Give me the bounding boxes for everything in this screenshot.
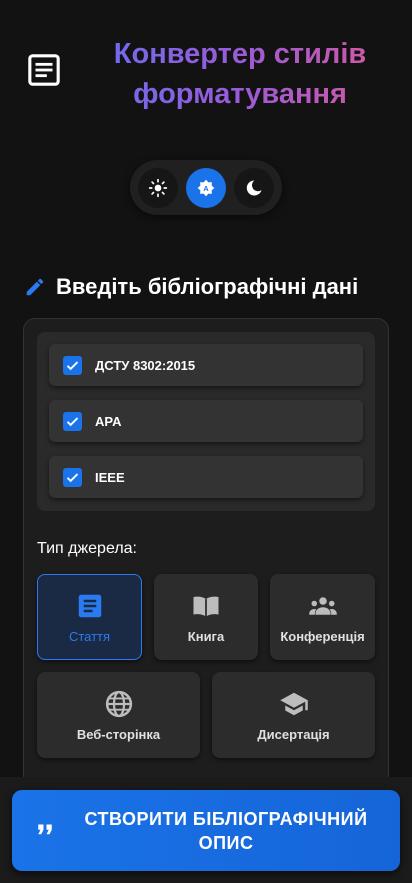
style-checkbox[interactable]: [63, 467, 82, 487]
book-icon: [193, 596, 219, 617]
section-title: Введіть бібліографічні дані: [56, 274, 359, 299]
source-type-book[interactable]: Книга: [154, 574, 258, 660]
globe-icon: [105, 690, 132, 717]
check-icon: [66, 472, 79, 482]
quote-icon: [38, 824, 52, 835]
app-header: Конвертер стилів форматування: [0, 0, 412, 150]
svg-text:A: A: [203, 184, 209, 193]
theme-light-button[interactable]: [138, 168, 178, 208]
source-type-article[interactable]: Стаття: [37, 574, 142, 660]
article-icon: [78, 594, 101, 617]
page-title: Конвертер стилів форматування: [90, 34, 390, 114]
styles-list: ДСТУ 8302:2015 APA IEEE: [37, 332, 375, 511]
style-label: APA: [95, 413, 122, 429]
style-item-dstu[interactable]: ДСТУ 8302:2015: [49, 344, 363, 386]
check-icon: [66, 360, 79, 370]
create-description-button[interactable]: СТВОРИТИ БІБЛІОГРАФІЧНИЙ ОПИС: [12, 790, 400, 871]
check-icon: [66, 416, 79, 426]
source-type-label: Веб-сторінка: [76, 726, 161, 742]
sun-icon: [148, 178, 168, 198]
source-type-label: Конференція: [280, 628, 365, 644]
source-type-label: Тип джерела:: [37, 540, 137, 557]
article-icon[interactable]: [27, 53, 61, 87]
source-type-label: Стаття: [68, 628, 111, 644]
style-item-ieee[interactable]: IEEE: [49, 456, 363, 498]
source-type-label: Книга: [187, 628, 225, 644]
theme-switcher: A: [130, 160, 282, 215]
source-type-webpage[interactable]: Веб-сторінка: [37, 672, 200, 758]
style-checkbox[interactable]: [63, 411, 82, 431]
group-icon: [308, 596, 337, 615]
submit-label: СТВОРИТИ БІБЛІОГРАФІЧНИЙ ОПИС: [84, 808, 368, 853]
source-type-conference[interactable]: Конференція: [270, 574, 375, 660]
style-checkbox[interactable]: [63, 355, 82, 375]
style-item-apa[interactable]: APA: [49, 400, 363, 442]
section-heading: Введіть бібліографічні дані: [24, 272, 358, 302]
input-card: ДСТУ 8302:2015 APA IEEE Тип джерела: Ста…: [23, 318, 389, 798]
style-label: IEEE: [95, 469, 125, 485]
style-label: ДСТУ 8302:2015: [95, 357, 196, 373]
source-type-dissertation[interactable]: Дисертація: [212, 672, 375, 758]
auto-theme-icon: A: [197, 179, 215, 197]
pencil-icon: [26, 278, 44, 296]
theme-auto-button[interactable]: A: [186, 168, 226, 208]
moon-icon: [246, 180, 262, 196]
source-type-label: Дисертація: [257, 726, 330, 742]
graduation-cap-icon: [279, 692, 308, 715]
theme-dark-button[interactable]: [234, 168, 274, 208]
